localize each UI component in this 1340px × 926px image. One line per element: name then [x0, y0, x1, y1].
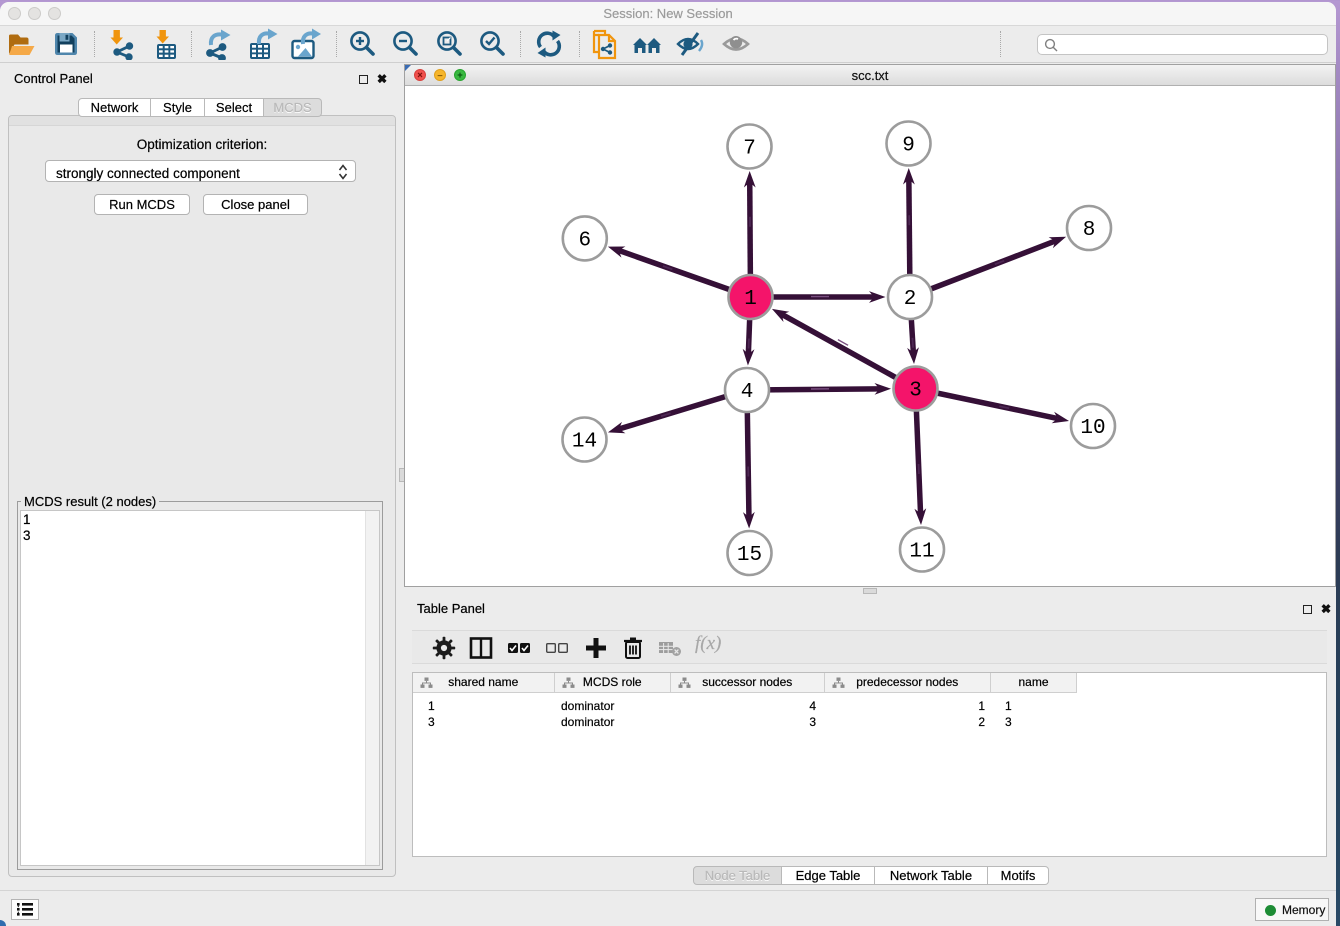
svg-text:10: 10	[1080, 417, 1105, 440]
svg-text:3: 3	[909, 380, 922, 403]
svg-text:7: 7	[743, 138, 756, 161]
svg-text:11: 11	[909, 541, 934, 564]
svg-text:9: 9	[902, 135, 915, 158]
svg-text:2: 2	[904, 288, 917, 311]
svg-text:14: 14	[572, 431, 597, 454]
svg-text:8: 8	[1083, 219, 1096, 242]
svg-text:4: 4	[741, 381, 754, 404]
svg-text:6: 6	[578, 229, 591, 252]
svg-text:15: 15	[737, 544, 762, 567]
svg-text:1: 1	[744, 288, 757, 311]
